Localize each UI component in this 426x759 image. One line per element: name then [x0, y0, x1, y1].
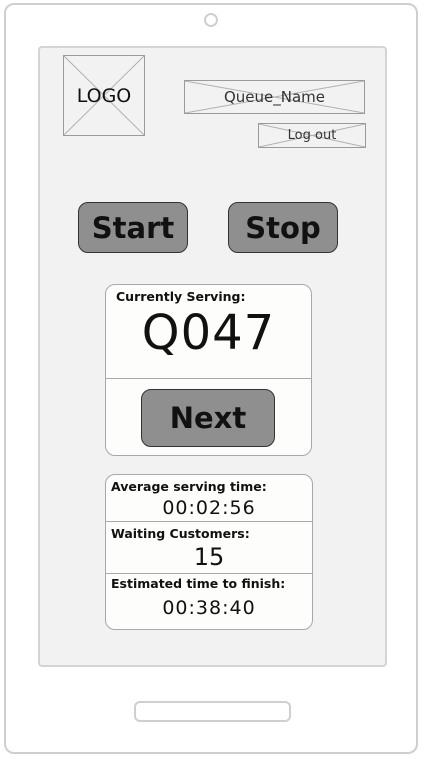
- queue-name-field: Queue_Name: [184, 80, 365, 114]
- average-serving-time-label: Average serving time:: [111, 479, 267, 494]
- estimated-time-value: 00:38:40: [162, 597, 256, 619]
- logout-button[interactable]: Log out: [258, 123, 366, 148]
- logo-placeholder: LOGO: [63, 55, 145, 136]
- divider: [106, 378, 311, 379]
- logo-text: LOGO: [76, 84, 132, 107]
- waiting-customers-label: Waiting Customers:: [111, 526, 250, 541]
- camera-icon: [204, 13, 218, 27]
- next-button[interactable]: Next: [141, 389, 275, 447]
- waiting-customers-row: Waiting Customers: 15: [106, 521, 312, 574]
- logout-label: Log out: [287, 128, 337, 143]
- estimated-time-row: Estimated time to finish: 00:38:40: [106, 573, 312, 631]
- stats-card: Average serving time: 00:02:56 Waiting C…: [105, 474, 313, 630]
- estimated-time-label: Estimated time to finish:: [111, 576, 286, 591]
- current-ticket-number: Q047: [141, 305, 276, 361]
- waiting-customers-value: 15: [193, 543, 225, 571]
- start-button[interactable]: Start: [78, 202, 188, 253]
- average-serving-time-row: Average serving time: 00:02:56: [106, 475, 312, 521]
- stop-button[interactable]: Stop: [228, 202, 338, 253]
- average-serving-time-value: 00:02:56: [162, 497, 256, 519]
- currently-serving-label: Currently Serving:: [116, 289, 246, 304]
- home-button[interactable]: [134, 701, 291, 722]
- queue-name-text: Queue_Name: [223, 88, 326, 106]
